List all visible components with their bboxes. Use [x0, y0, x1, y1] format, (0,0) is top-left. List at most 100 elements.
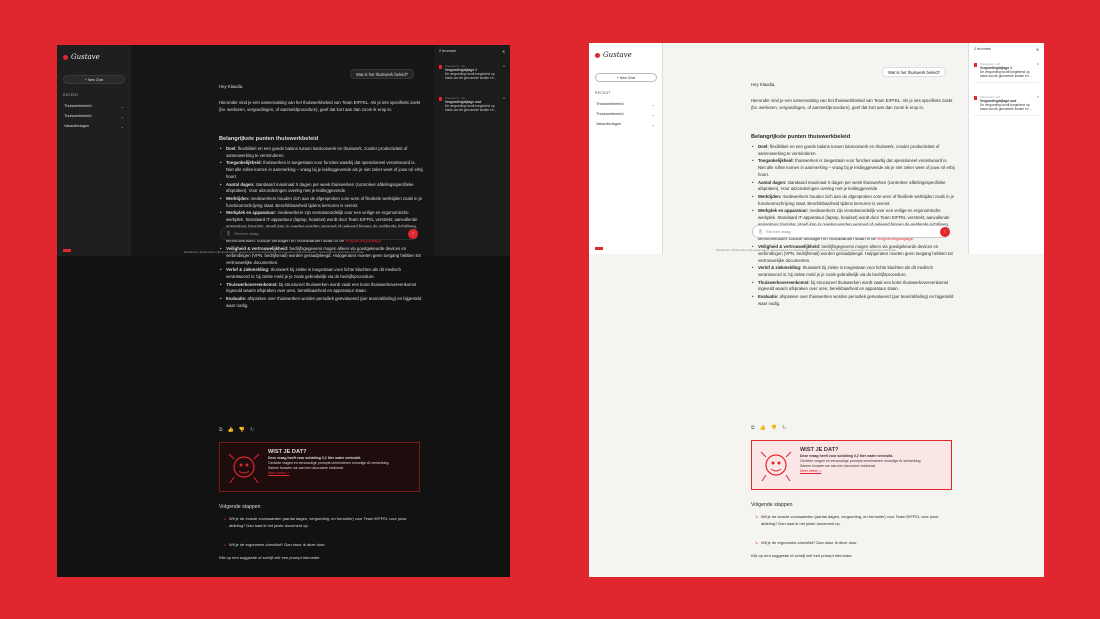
- list-item: Werktijden: medewerkers houden zich aan …: [219, 196, 423, 210]
- sidebar: Gustave + New Chat RECENT Thuiswerkbelei…: [589, 43, 663, 254]
- sidebar-item[interactable]: Thuiswerkbeleid ⌄: [63, 111, 125, 121]
- user-message: Wat is het thuiswerk beleid?: [350, 69, 414, 79]
- point-text: flexibiliteit en een goede balans tussen…: [758, 144, 940, 156]
- sidebar-item[interactable]: Thuiswerkbeleid ⌄: [595, 99, 656, 109]
- closing-text: Klik op een suggestie of schrijf zelf ee…: [219, 555, 321, 560]
- tip-title: WIST JE DAT?: [268, 449, 307, 455]
- sources-header: 2 bronnen ✕: [439, 49, 505, 54]
- list-item: Aantal dagen: standaard maximaal X dagen…: [751, 180, 955, 194]
- sources-count: 2 bronnen: [439, 49, 457, 53]
- next-steps-title: Volgende stappen: [751, 502, 793, 508]
- close-icon[interactable]: ✕: [502, 49, 505, 54]
- chevron-down-icon[interactable]: ⌄: [121, 114, 124, 119]
- point-label: Thuiswerkovereenkomst:: [758, 279, 810, 285]
- chevron-down-icon[interactable]: ⌄: [121, 124, 124, 129]
- arrow-return-icon: ↳: [755, 514, 759, 519]
- source-card[interactable]: ⧉ Sharepoint • pdf Vergoedingbijlage oud…: [974, 93, 1039, 116]
- input-placeholder: Stel een vraag: [766, 229, 791, 234]
- point-label: Aantal dagen:: [226, 181, 255, 187]
- copy-icon[interactable]: ⧉: [751, 425, 755, 432]
- list-item: Thuiswerkovereenkomst: bij structureel t…: [751, 280, 955, 294]
- suggestion-item[interactable]: ↳ Wil je de exacte voorwaarden (aantal da…: [755, 514, 945, 527]
- source-card[interactable]: ⧉ Sharepoint • pdf Vergoedingbijlage oud…: [439, 94, 505, 116]
- point-label: Toegankelijkheid:: [226, 160, 262, 166]
- sustainability-tip: WIST JE DAT? Deze vraag heeft voor schat…: [751, 440, 952, 490]
- recent-label: RECENT: [595, 91, 611, 95]
- source-card[interactable]: ⧉ Sharepoint • pdf Vergoedingbijlage 1 D…: [439, 62, 505, 84]
- suggestion-item[interactable]: ↳ Wil je de exacte voorwaarden (aantal da…: [223, 516, 413, 529]
- suggestion-item[interactable]: ↳ Wil je de ergonomie-checklist? Dan stuu…: [223, 542, 413, 549]
- source-snippet: De vergoeding wordt toegekend op basis v…: [980, 70, 1033, 78]
- list-item: Evaluatie: afspraken over thuiswerken wo…: [751, 294, 955, 308]
- input-placeholder: Stel een vraag: [234, 231, 259, 236]
- send-arrow-icon[interactable]: ↑: [408, 229, 418, 239]
- list-item: Doel: flexibiliteit en een goede balans …: [751, 144, 955, 158]
- list-item: Aantal dagen: standaard maximaal X dagen…: [219, 182, 423, 196]
- sidebar-item[interactable]: Vakantiedagen ⌄: [63, 121, 125, 131]
- chat-input[interactable]: ⎘ Stel een vraag ↑: [220, 227, 418, 240]
- point-label: Thuiswerkovereenkomst:: [226, 281, 278, 287]
- sidebar-item[interactable]: Thuiswerkbeleid ⌄: [63, 101, 125, 111]
- external-link-icon[interactable]: ⧉: [503, 64, 505, 68]
- logo-heart-icon: [63, 54, 68, 60]
- point-text: medewerkers houden zich aan de afgesprok…: [758, 193, 955, 206]
- chevron-down-icon[interactable]: ⌄: [652, 122, 655, 127]
- list-item: Doel: flexibiliteit en een goede balans …: [219, 146, 423, 160]
- point-text: standaard maximaal X dagen per week thui…: [758, 179, 946, 192]
- external-link-icon[interactable]: ⧉: [1037, 95, 1039, 99]
- point-label: Werktijden:: [758, 193, 782, 199]
- new-chat-button[interactable]: + New Chat: [63, 75, 125, 84]
- thumbs-up-icon[interactable]: 👍: [228, 427, 234, 434]
- logo[interactable]: Gustave: [595, 51, 656, 59]
- greeting: Hey Klaudia,: [219, 84, 244, 89]
- sidebar-item-label: Vakantiedagen: [596, 122, 622, 126]
- logo[interactable]: Gustave: [63, 53, 125, 61]
- external-link-icon[interactable]: ⧉: [503, 96, 505, 100]
- tip-more-link[interactable]: Meer weten >: [800, 469, 944, 474]
- sources-panel: 2 bronnen ✕ ⧉ Sharepoint • pdf Vergoeding…: [968, 43, 1044, 254]
- new-chat-button[interactable]: + New Chat: [595, 73, 657, 82]
- sidebar-item[interactable]: Thuiswerkbeleid ⌄: [595, 109, 656, 119]
- answer-heading: Belangrijkste punten thuiswerkbeleid: [219, 136, 319, 142]
- suggestion-text: Wil je de exacte voorwaarden (aantal dag…: [761, 514, 939, 526]
- mascot-illustration: [760, 451, 792, 482]
- point-label: Doel:: [758, 144, 769, 149]
- external-link-icon[interactable]: ⧉: [1037, 62, 1039, 66]
- point-label: Veiligheid & vertrouwelijkheid:: [758, 243, 821, 249]
- close-icon[interactable]: ✕: [1036, 47, 1039, 52]
- arrow-return-icon: ↳: [755, 540, 759, 545]
- user-message: Wat is het thuiswerk beleid?: [882, 67, 946, 77]
- source-snippet: De vergoeding wordt toegekend op basis v…: [445, 72, 498, 80]
- refresh-icon[interactable]: ↻: [250, 427, 254, 434]
- sidebar-item[interactable]: Vakantiedagen ⌄: [595, 119, 656, 129]
- list-item: Werktijden: medewerkers houden zich aan …: [751, 194, 955, 208]
- tip-title: WIST JE DAT?: [800, 447, 839, 453]
- suggestion-text: Wil je de ergonomie-checklist? Dan stuur…: [761, 540, 858, 545]
- thumbs-down-icon[interactable]: 👎: [771, 425, 777, 432]
- attach-icon[interactable]: ⎘: [227, 232, 230, 236]
- source-meta: Sharepoint • pdf: [445, 64, 465, 68]
- list-item: Evaluatie: afspraken over thuiswerken wo…: [219, 296, 423, 310]
- message-actions: ⧉ 👍 👎 ↻: [219, 427, 254, 434]
- thumbs-up-icon[interactable]: 👍: [760, 425, 766, 432]
- chat-input[interactable]: ⎘ Stel een vraag ↑: [752, 225, 950, 238]
- chevron-down-icon[interactable]: ⌄: [652, 112, 655, 117]
- sources-header: 2 bronnen ✕: [974, 47, 1039, 52]
- tip-more-link[interactable]: Meer weten >: [268, 471, 412, 476]
- list-item: Verlof & ziekmelding: thuiswerk bij ziek…: [219, 267, 423, 281]
- list-item: Toegankelijkheid: thuiswerken is toegest…: [219, 160, 423, 180]
- list-item: Toegankelijkheid: thuiswerken is toegest…: [751, 158, 955, 178]
- attach-icon[interactable]: ⎘: [759, 230, 762, 234]
- point-label: Evaluatie:: [758, 293, 779, 299]
- chevron-down-icon[interactable]: ⌄: [121, 104, 124, 109]
- refresh-icon[interactable]: ↻: [782, 425, 786, 432]
- point-text: standaard maximaal X dagen per week thui…: [226, 181, 414, 194]
- thumbs-down-icon[interactable]: 👎: [239, 427, 245, 434]
- chevron-down-icon[interactable]: ⌄: [652, 102, 655, 107]
- source-card[interactable]: ⧉ Sharepoint • pdf Vergoedingbijlage 1 D…: [974, 60, 1039, 83]
- copy-icon[interactable]: ⧉: [219, 427, 223, 434]
- sources-panel: 2 bronnen ✕ ⧉ Sharepoint • pdf Vergoeding…: [434, 45, 510, 256]
- suggestion-text: Wil je de ergonomie-checklist? Dan stuur…: [229, 542, 326, 547]
- suggestion-item[interactable]: ↳ Wil je de ergonomie-checklist? Dan stuu…: [755, 540, 945, 547]
- send-arrow-icon[interactable]: ↑: [940, 227, 950, 237]
